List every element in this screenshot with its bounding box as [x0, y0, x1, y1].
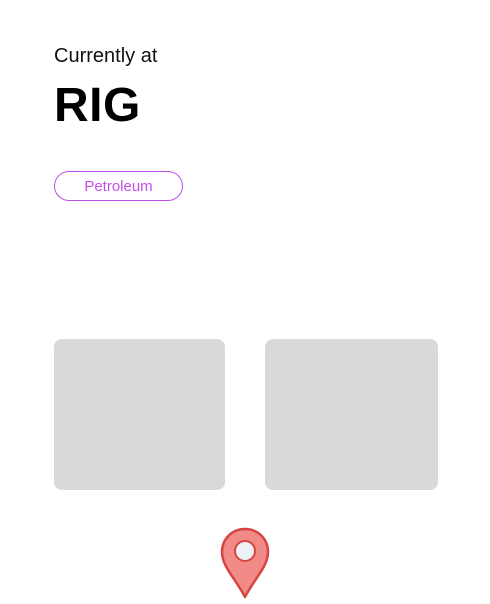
- category-tag[interactable]: Petroleum: [54, 171, 183, 201]
- map-pin-button[interactable]: [220, 527, 270, 599]
- location-pin-icon: [220, 527, 270, 599]
- category-tag-label: Petroleum: [84, 177, 153, 195]
- currently-at-label: Currently at: [54, 45, 158, 67]
- card-right[interactable]: [265, 339, 438, 490]
- location-title: RIG: [54, 79, 141, 132]
- card-left[interactable]: [54, 339, 225, 490]
